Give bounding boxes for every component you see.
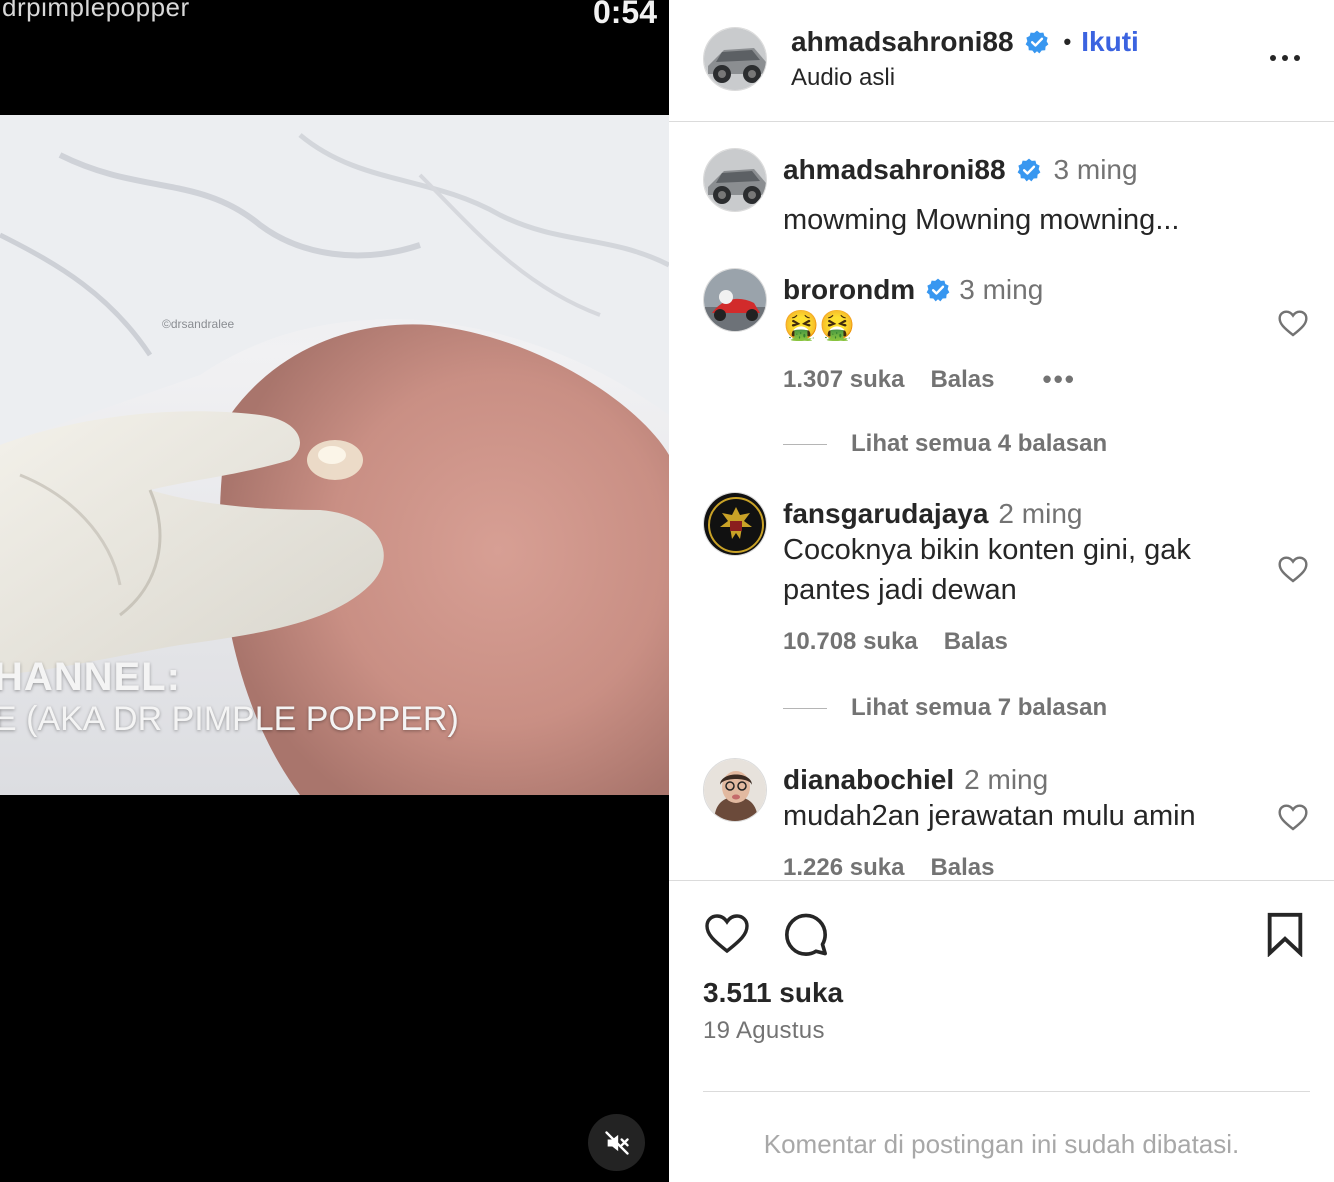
comments-list[interactable]: ahmadsahroni88 3 ming mowming Mowning mo… [669,122,1334,880]
comments-limited-notice: Komentar di postingan ini sudah dibatasi… [763,1129,1240,1159]
caption-text: mowming Mowning mowning... [783,204,1180,236]
comment-meta: 1.307 suka Balas ••• [783,364,1076,395]
verified-badge-icon [1025,30,1048,54]
verified-badge-icon [926,278,950,302]
caption-head: ahmadsahroni88 3 ming [783,154,1138,186]
comment-likes[interactable]: 1.226 suka [783,854,904,880]
like-heart-icon[interactable] [703,911,751,955]
comment-likes[interactable]: 10.708 suka [783,628,918,656]
post-actions: 3.511 suka 19 Agustus Komentar di postin… [669,880,1334,1182]
view-replies-label: Lihat semua 7 balasan [851,694,1108,721]
comment-likes[interactable]: 1.307 suka [783,366,904,394]
reply-line-divider [783,707,827,709]
audio-label[interactable]: Audio asli [791,64,895,92]
caption-time[interactable]: 3 ming [1054,154,1138,186]
video-caption-line1: HANNEL: [0,655,181,699]
view-replies-button[interactable]: Lihat semua 4 balasan [783,430,1107,458]
comment-time[interactable]: 2 ming [998,498,1082,530]
comment-text: Cocoknya bikin konten gini, gak pantes j… [783,534,1191,606]
view-replies-button[interactable]: Lihat semua 7 balasan [783,694,1107,722]
header-username[interactable]: ahmadsahroni88 [791,26,1014,58]
like-comment-heart-icon[interactable] [1277,308,1309,338]
like-comment-heart-icon[interactable] [1277,554,1309,584]
video-watermark: ©drsandralee [162,317,235,331]
header-user-row: ahmadsahroni88 • Ikuti [791,26,1139,58]
comment-more-button[interactable]: ••• [1042,364,1075,395]
video-caption-line2: E (AKA DR PIMPLE POPPER) [0,700,459,738]
speaker-muted-icon [604,1130,629,1155]
save-bookmark-icon[interactable] [1265,911,1305,957]
comment-head: fansgarudajaya 2 ming [783,498,1082,530]
post-date[interactable]: 19 Agustus [703,1017,825,1045]
avatar-image [704,493,766,555]
avatar-image [704,149,766,211]
comment-bubble-icon[interactable] [783,911,829,957]
video-frame: ©drsandralee HANNEL: E (AKA DR PIMPLE PO… [0,115,669,795]
comment-meta: 10.708 suka Balas [783,628,1008,656]
comment-text: 🤮🤮 [783,310,856,342]
video-player[interactable]: drpimplepopper 0:54 ©drsandralee HANNEL:… [0,0,669,1182]
more-options-icon[interactable] [1267,44,1303,72]
view-replies-label: Lihat semua 4 balasan [851,430,1108,457]
like-comment-heart-icon[interactable] [1277,802,1309,832]
comment-username[interactable]: brorondm [783,274,915,306]
follow-button[interactable]: Ikuti [1081,26,1139,58]
mute-button[interactable] [588,1114,645,1171]
comment-text: mudah2an jerawatan mulu amin [783,800,1196,832]
avatar-image [704,759,766,821]
avatar[interactable] [703,268,767,332]
comment-time[interactable]: 3 ming [959,274,1043,306]
avatar[interactable] [703,148,767,212]
reply-button[interactable]: Balas [930,854,994,880]
comment-head: brorondm 3 ming [783,274,1043,306]
post-header: ahmadsahroni88 • Ikuti Audio asli [669,0,1334,122]
video-overlay-handle: drpimplepopper [2,0,190,22]
post-likes-count[interactable]: 3.511 suka [703,977,843,1009]
divider [703,1091,1310,1092]
separator-dot: • [1063,29,1072,54]
video-timer: 0:54 [592,0,657,30]
avatar-image [704,269,766,331]
reply-button[interactable]: Balas [930,366,994,394]
comment-time[interactable]: 2 ming [964,764,1048,796]
verified-badge-icon [1017,158,1040,182]
comment-username[interactable]: fansgarudajaya [783,498,988,530]
avatar-image [704,28,766,90]
comment-username[interactable]: dianabochiel [783,764,954,796]
reply-button[interactable]: Balas [944,628,1008,656]
comment-meta: 1.226 suka Balas [783,854,994,880]
avatar[interactable] [703,27,767,91]
comment-head: dianabochiel 2 ming [783,764,1048,796]
avatar[interactable] [703,758,767,822]
post-sidebar: ahmadsahroni88 • Ikuti Audio asli ahmads… [669,0,1334,1182]
reply-line-divider [783,443,827,445]
caption-username[interactable]: ahmadsahroni88 [783,154,1006,186]
avatar[interactable] [703,492,767,556]
